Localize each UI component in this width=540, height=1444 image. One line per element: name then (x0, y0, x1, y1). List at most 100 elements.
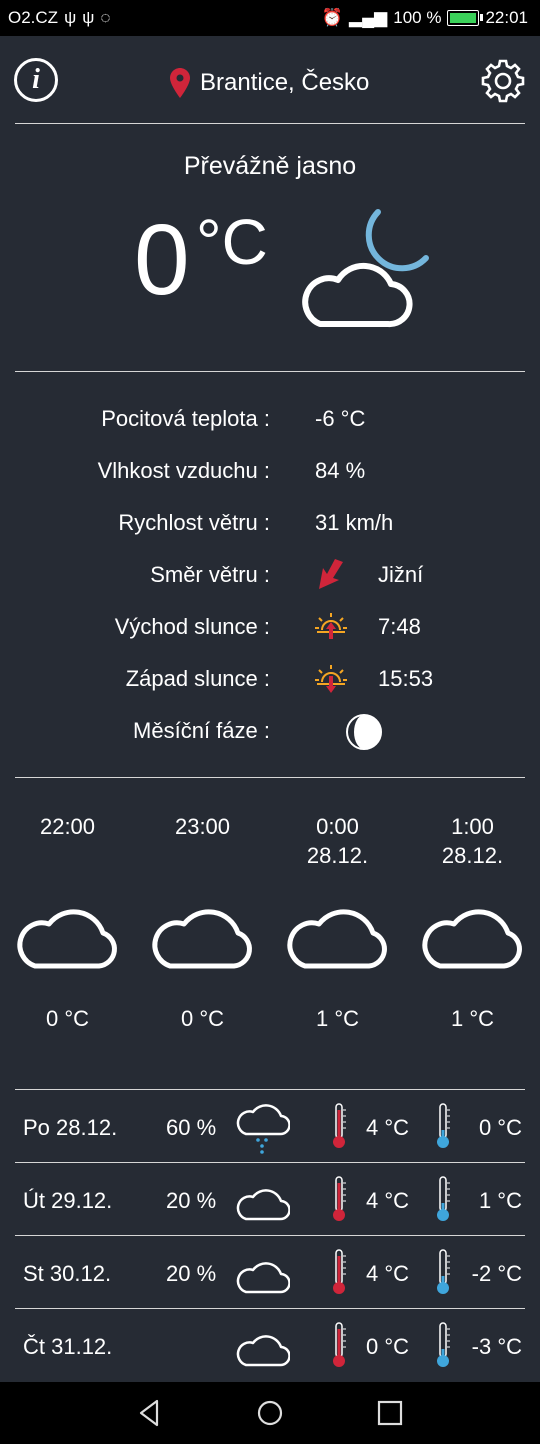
temperature-unit: °C (196, 206, 268, 278)
recents-icon[interactable] (373, 1396, 407, 1430)
alarm-icon: ⏰ (321, 8, 344, 27)
detail-value: -6 °C (315, 406, 366, 431)
hour-temperature: 0 °C (45, 1006, 90, 1031)
detail-sunrise: Východ slunce : 7:48 (0, 602, 540, 654)
detail-label: Směr větru : (150, 562, 270, 587)
precip-chance: 20 % (166, 1188, 217, 1213)
hour-temperature: 1 °C (450, 1006, 495, 1031)
detail-value: Jižní (378, 562, 424, 587)
min-temperature: -2 °C (471, 1261, 522, 1286)
hourly-forecast: 22:00 0 °C 23:00 0 °C 0:00 28.12. 1 °C 1… (0, 812, 540, 1052)
cloud-icon (152, 909, 252, 969)
info-button[interactable]: i (14, 58, 58, 102)
current-condition: Převážně jasno (183, 152, 357, 180)
hour-date: 28.12. (306, 843, 369, 868)
current-temperature: 0 (134, 204, 190, 316)
header: i Brantice, Česko (0, 36, 540, 124)
day-label: Út 29.12. (23, 1188, 113, 1213)
sunrise-icon (315, 613, 347, 639)
usb-icon: ψ (82, 8, 95, 27)
divider (15, 777, 525, 778)
thermometer-hot-icon (333, 1103, 346, 1148)
detail-label: Východ slunce : (114, 614, 270, 639)
divider (15, 123, 525, 124)
cloud-icon (236, 1262, 290, 1294)
detail-moon-phase: Měsíční fáze : (0, 706, 540, 758)
hour-temperature: 0 °C (180, 1006, 225, 1031)
location[interactable]: Brantice, Česko (170, 68, 369, 98)
max-temperature: 4 °C (366, 1188, 410, 1213)
settings-gear-icon[interactable] (480, 58, 526, 104)
sunset-icon (315, 665, 347, 693)
detail-value: 15:53 (378, 666, 434, 691)
signal-icon: ▂▄▆ (349, 8, 388, 27)
daily-row[interactable]: Po 28.12. 60 % 4 °C 0 °C (0, 1090, 540, 1163)
hourly-item: 0:00 28.12. 1 °C (270, 812, 405, 1031)
precip-chance: 60 % (166, 1115, 217, 1140)
thermometer-hot-icon (333, 1249, 346, 1294)
cloud-snow-icon (236, 1104, 290, 1154)
precip-chance: 20 % (166, 1261, 217, 1286)
thermometer-cold-icon (437, 1322, 450, 1367)
clock: 22:01 (485, 8, 528, 27)
daily-row[interactable]: St 30.12. 20 % 4 °C -2 °C (0, 1236, 540, 1309)
cloud-icon (422, 909, 522, 969)
location-pin-icon (170, 68, 190, 98)
home-icon[interactable] (253, 1396, 287, 1430)
thermometer-cold-icon (437, 1176, 450, 1221)
moon-phase-icon (346, 714, 382, 750)
day-label: Čt 31.12. (23, 1334, 113, 1359)
min-temperature: 0 °C (478, 1115, 522, 1140)
max-temperature: 4 °C (366, 1261, 410, 1286)
navigation-bar (0, 1382, 540, 1444)
detail-wind-speed: Rychlost větru : 31 km/h (0, 498, 540, 550)
thermometer-cold-icon (437, 1103, 450, 1148)
detail-label: Západ slunce : (125, 666, 270, 691)
hourly-item: 1:00 28.12. 1 °C (405, 812, 540, 1031)
thermometer-hot-icon (333, 1322, 346, 1367)
hour-temperature: 1 °C (315, 1006, 360, 1031)
location-name: Brantice, Česko (200, 69, 370, 96)
detail-sunset: Západ slunce : 15:53 (0, 654, 540, 706)
detail-wind-direction: Směr větru : Jižní (0, 550, 540, 602)
sync-icon: ◌ (100, 8, 111, 27)
thermometer-cold-icon (437, 1249, 450, 1294)
carrier-label: O2.CZ (8, 8, 59, 27)
cloud-icon (17, 909, 117, 969)
max-temperature: 0 °C (366, 1334, 410, 1359)
hourly-item: 23:00 0 °C (135, 812, 270, 1031)
usb-icon: ψ (64, 8, 77, 27)
hour-time: 23:00 (174, 814, 231, 839)
wind-direction-arrow-icon (319, 559, 343, 589)
back-icon[interactable] (133, 1396, 167, 1430)
detail-value: 31 km/h (315, 510, 394, 535)
hour-time: 1:00 (451, 814, 494, 839)
cloud-moon-icon (302, 209, 429, 328)
detail-label: Pocitová teplota : (101, 406, 270, 431)
detail-humidity: Vlhkost vzduchu : 84 % (0, 446, 540, 498)
hour-date: 28.12. (441, 843, 504, 868)
hour-time: 0:00 (316, 814, 359, 839)
hour-time: 22:00 (39, 814, 96, 839)
thermometer-hot-icon (333, 1176, 346, 1221)
daily-row[interactable]: Út 29.12. 20 % 4 °C 1 °C (0, 1163, 540, 1236)
detail-value: 84 % (315, 458, 366, 483)
day-label: Po 28.12. (23, 1115, 118, 1140)
cloud-icon (236, 1335, 290, 1367)
detail-value: 7:48 (378, 614, 421, 639)
cloud-icon (287, 909, 387, 969)
status-bar: O2.CZ ψ ψ ◌ ⏰ ▂▄▆ 100 % 22:01 (0, 0, 540, 36)
min-temperature: 1 °C (478, 1188, 522, 1213)
min-temperature: -3 °C (471, 1334, 522, 1359)
battery-percent: 100 % (393, 8, 442, 27)
battery-icon (447, 10, 484, 26)
detail-label: Rychlost větru : (118, 510, 270, 535)
detail-feels-like: Pocitová teplota : -6 °C (0, 394, 540, 446)
detail-label: Vlhkost vzduchu : (97, 458, 270, 483)
detail-label: Měsíční fáze : (133, 718, 270, 743)
daily-row[interactable]: Čt 31.12. 0 °C -3 °C (0, 1309, 540, 1382)
divider (15, 371, 525, 372)
cloud-icon (236, 1189, 290, 1221)
max-temperature: 4 °C (366, 1115, 410, 1140)
info-icon: i (32, 64, 40, 95)
